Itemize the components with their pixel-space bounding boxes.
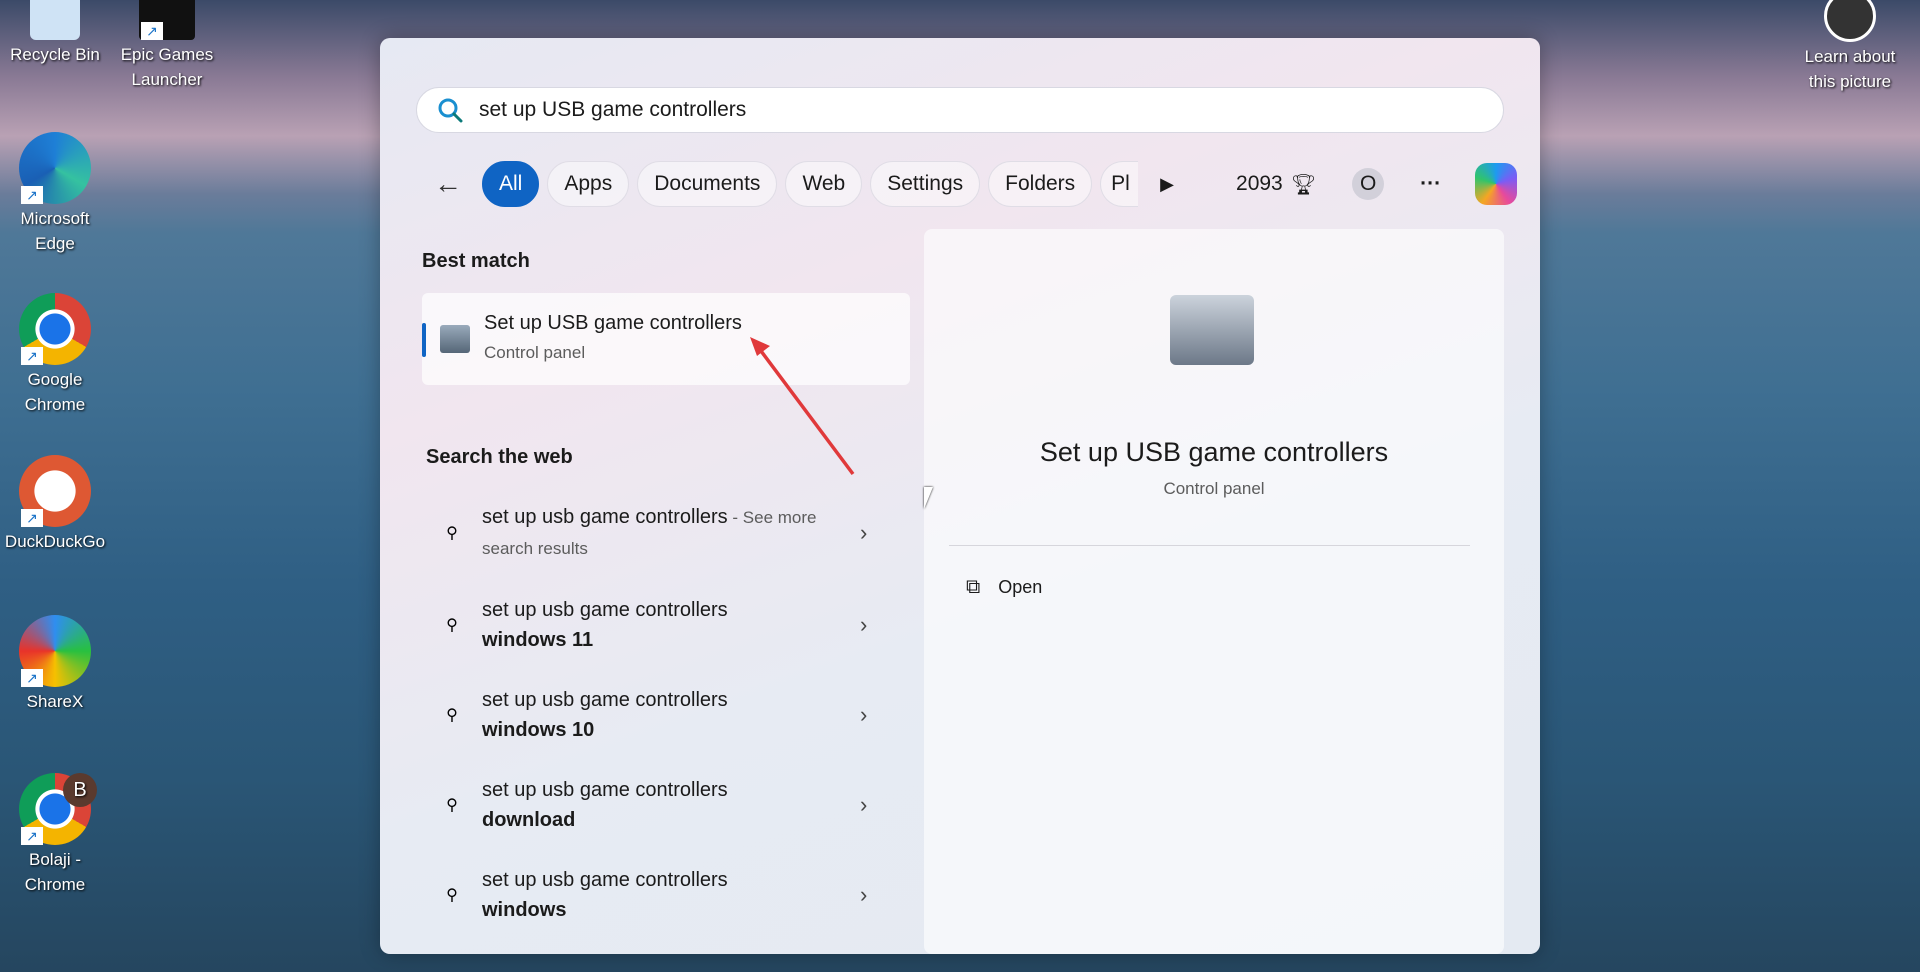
query-text: set up usb game controllers [482, 779, 728, 801]
icon-label: DuckDuckGo [4, 532, 106, 551]
web-result[interactable]: ⚲ set up usb game controllers - See more … [422, 491, 910, 575]
selection-indicator [422, 323, 426, 357]
profile-badge: B [63, 773, 97, 807]
best-match-subtitle: Control panel [484, 343, 586, 362]
profile-avatar[interactable]: O [1352, 168, 1385, 200]
trophy-icon: 🏆︎ [1290, 173, 1317, 196]
icon-label: Microsoft Edge [20, 209, 90, 253]
icon-label: Epic Games Launcher [120, 45, 214, 89]
search-icon: ⚲ [446, 887, 458, 904]
back-arrow-icon[interactable]: ← [434, 168, 474, 200]
desktop-icon-chrome[interactable]: ↗ Google Chrome [0, 293, 110, 417]
icon-label: Learn about this picture [1804, 47, 1896, 91]
search-icon: ⚲ [446, 707, 458, 724]
learn-picture-icon [1824, 0, 1876, 42]
filter-settings[interactable]: Settings [870, 161, 981, 207]
desktop-icon-edge[interactable]: ↗ Microsoft Edge [0, 132, 110, 256]
desktop-icon-bolaji-chrome[interactable]: ↗ B Bolaji - Chrome [0, 773, 110, 897]
desktop-icon-duckduckgo[interactable]: ↗ DuckDuckGo [0, 455, 110, 554]
control-panel-icon [440, 325, 470, 353]
chevron-right-icon: › [860, 792, 868, 817]
icon-label: Google Chrome [24, 370, 86, 414]
chevron-right-icon: › [860, 882, 868, 907]
query-bold: windows [482, 899, 567, 921]
desktop-icon-epic[interactable]: ↗ Epic Games Launcher [112, 0, 222, 92]
search-icon: ⚲ [446, 525, 458, 542]
edge-icon: ↗ [19, 132, 91, 204]
more-options-button[interactable]: ··· [1420, 172, 1441, 196]
search-web-heading: Search the web [426, 446, 573, 468]
open-label: Open [998, 577, 1043, 597]
filter-apps[interactable]: Apps [547, 161, 630, 207]
search-icon [438, 98, 463, 123]
open-action[interactable]: ⧉ Open [966, 576, 1042, 599]
filter-photos[interactable]: Pl [1100, 161, 1139, 207]
chrome-profile-icon: ↗ B [19, 773, 97, 845]
chrome-icon: ↗ [19, 293, 91, 365]
divider [949, 545, 1470, 546]
web-result[interactable]: ⚲ set up usb game controllers windows 11 › [422, 583, 910, 667]
search-box[interactable]: set up USB game controllers [416, 87, 1504, 133]
recycle-bin-icon [30, 0, 80, 40]
best-match-item[interactable]: Set up USB game controllers Control pane… [422, 293, 910, 385]
web-result[interactable]: ⚲ set up usb game controllers windows 10 › [422, 673, 910, 757]
mouse-cursor-icon [924, 487, 933, 509]
chevron-right-icon: › [860, 702, 868, 727]
preview-pane: Set up USB game controllers Control pane… [924, 229, 1504, 954]
preview-subtitle: Control panel [1163, 479, 1265, 498]
search-input[interactable]: set up USB game controllers [479, 98, 746, 122]
filter-web[interactable]: Web [785, 161, 863, 207]
copilot-icon[interactable] [1475, 163, 1518, 205]
search-panel: set up USB game controllers ← All Apps D… [380, 38, 1540, 954]
best-match-title: Set up USB game controllers [484, 312, 742, 334]
icon-label: ShareX [26, 692, 84, 711]
filter-bar: ← All Apps Documents Web Settings Folder… [434, 160, 1518, 208]
icon-label: Bolaji - Chrome [24, 850, 86, 894]
best-match-heading: Best match [422, 250, 530, 272]
scroll-right-icon[interactable]: ▶ [1160, 174, 1174, 195]
sharex-icon: ↗ [19, 615, 91, 687]
epic-games-icon: ↗ [139, 0, 195, 40]
query-bold: windows 10 [482, 719, 595, 741]
learn-about-picture[interactable]: Learn about this picture [1790, 0, 1910, 94]
control-panel-large-icon [1170, 295, 1254, 365]
search-icon: ⚲ [446, 617, 458, 634]
query-text: set up usb game controllers [482, 869, 728, 891]
rewards-points[interactable]: 2093 [1236, 172, 1283, 196]
filter-all[interactable]: All [482, 161, 540, 207]
query-bold: download [482, 809, 576, 831]
query-bold: windows 11 [482, 629, 594, 651]
web-result[interactable]: ⚲ set up usb game controllers windows › [422, 853, 910, 937]
desktop-icon-sharex[interactable]: ↗ ShareX [0, 615, 110, 714]
query-text: set up usb game controllers [482, 689, 728, 711]
filter-documents[interactable]: Documents [637, 161, 778, 207]
chevron-right-icon: › [860, 520, 868, 545]
preview-title: Set up USB game controllers [1039, 437, 1389, 467]
query-text: set up usb game controllers [482, 599, 728, 621]
desktop-icon-recycle-bin[interactable]: Recycle Bin [0, 0, 110, 67]
open-external-icon: ⧉ [966, 576, 981, 598]
query-text: set up usb game controllers [482, 506, 728, 528]
chevron-right-icon: › [860, 612, 868, 637]
icon-label: Recycle Bin [10, 45, 100, 64]
search-icon: ⚲ [446, 797, 458, 814]
duckduckgo-icon: ↗ [19, 455, 91, 527]
filter-folders[interactable]: Folders [988, 161, 1093, 207]
web-result[interactable]: ⚲ set up usb game controllers download › [422, 763, 910, 847]
